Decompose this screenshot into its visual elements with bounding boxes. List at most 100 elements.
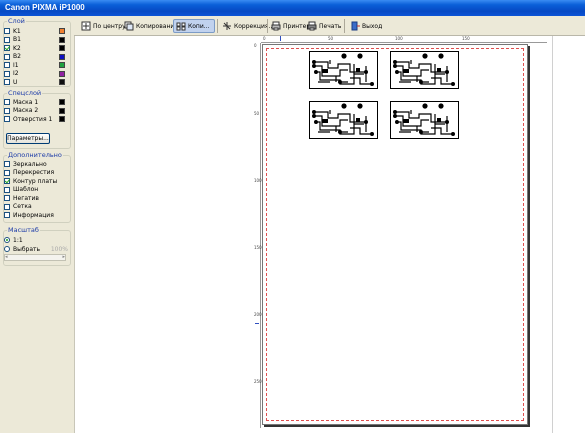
extra-option-item[interactable]: Сетка — [4, 203, 68, 211]
scale-option-label: 1:1 — [13, 236, 23, 244]
scale-option-label: Выбрать — [13, 245, 41, 253]
pcb-layout-image — [312, 103, 374, 136]
extra-option-item[interactable]: Перекрестия — [4, 169, 68, 177]
speclayer-item[interactable]: Маска 1 — [4, 98, 68, 106]
layer-checkbox[interactable] — [4, 45, 10, 51]
exit-door-icon — [351, 21, 360, 31]
pcb-copy[interactable] — [309, 51, 378, 89]
toolbar-separator — [217, 19, 218, 33]
layer-label: K2 — [13, 44, 21, 52]
layer-color-swatch[interactable] — [59, 45, 65, 51]
pcb-layout-image — [393, 103, 455, 136]
scale-title: Масштаб — [8, 226, 39, 234]
layer-color-swatch[interactable] — [59, 28, 65, 34]
extra-option-item[interactable]: Шаблон — [4, 186, 68, 194]
correction-icon — [223, 22, 231, 30]
scale-radio-custom[interactable] — [4, 246, 10, 252]
layer-item[interactable]: K2 — [4, 44, 68, 52]
ruler-position-marker — [280, 36, 281, 41]
extra-title: Дополнительно — [8, 151, 62, 159]
speclayer-item[interactable]: Маска 2 — [4, 107, 68, 115]
print-label: Печать — [319, 22, 342, 30]
toolbar: По центру Копирование Копи... Коррекция.… — [74, 16, 585, 36]
print-button[interactable]: Печать — [304, 19, 344, 33]
speclayer-label: Маска 2 — [13, 107, 39, 114]
extra-option-label: Информация — [13, 211, 54, 219]
layer-checkbox[interactable] — [4, 79, 10, 85]
layer-item[interactable]: B2 — [4, 53, 68, 61]
layer-color-swatch[interactable] — [59, 79, 65, 85]
speclayer-item[interactable]: Отверстия 1 — [4, 115, 68, 123]
copies-button[interactable]: Копи... — [173, 19, 215, 33]
extra-option-checkbox[interactable] — [4, 203, 10, 210]
ruler-left-label: 150 — [254, 245, 262, 250]
layer-checkbox[interactable] — [4, 28, 10, 34]
scroll-left-icon[interactable]: ◂ — [5, 255, 8, 260]
speclayer-checkbox[interactable] — [4, 107, 10, 114]
layer-color-swatch[interactable] — [59, 70, 65, 77]
ruler-left-label: 0 — [254, 43, 257, 48]
layer-item[interactable]: B1 — [4, 36, 68, 44]
extra-option-checkbox[interactable] — [4, 178, 10, 184]
extra-option-label: Перекрестия — [13, 169, 55, 176]
layer-label: I1 — [13, 61, 19, 69]
layers-title: Слой — [8, 17, 25, 25]
title-bar: Canon PIXMA iP1000 — [0, 0, 585, 16]
toolbar-separator — [344, 19, 345, 33]
printer-setup-icon — [271, 21, 281, 31]
extra-option-label: Негатив — [13, 194, 39, 202]
extra-option-checkbox[interactable] — [4, 186, 10, 193]
pcb-copy[interactable] — [390, 101, 459, 139]
speclayer-color-swatch[interactable] — [59, 116, 65, 122]
scale-option-1-1[interactable]: 1:1 — [4, 236, 23, 244]
extra-option-checkbox[interactable] — [4, 195, 10, 201]
extra-option-checkbox[interactable] — [4, 169, 10, 176]
paper-page — [262, 44, 528, 425]
layer-color-swatch[interactable] — [59, 36, 65, 43]
scale-option-custom[interactable]: Выбрать 100% — [4, 245, 68, 253]
layer-item[interactable]: U — [4, 78, 68, 86]
pcb-layout-image — [312, 53, 374, 87]
copies-icon — [176, 22, 186, 31]
speclayer-checkbox[interactable] — [4, 99, 10, 105]
ruler-position-marker — [255, 323, 259, 324]
scale-radio-1-1[interactable] — [4, 237, 10, 243]
layer-checkbox[interactable] — [4, 70, 10, 77]
layer-checkbox[interactable] — [4, 36, 10, 43]
extra-option-item[interactable]: Информация — [4, 211, 68, 219]
layer-checkbox[interactable] — [4, 53, 10, 60]
pcb-copy[interactable] — [309, 101, 378, 139]
layer-label: K1 — [13, 27, 21, 35]
layer-color-swatch[interactable] — [59, 53, 65, 60]
extra-option-item[interactable]: Негатив — [4, 194, 68, 202]
speclayer-checkbox[interactable] — [4, 116, 10, 122]
scale-slider[interactable]: ◂ ▸ — [4, 254, 66, 261]
layer-checkbox[interactable] — [4, 62, 10, 68]
speclayer-label: Маска 1 — [13, 98, 39, 106]
speclayer-color-swatch[interactable] — [59, 99, 65, 105]
center-icon — [81, 21, 91, 31]
extra-option-item[interactable]: Контур платы — [4, 177, 68, 185]
layer-label: B2 — [13, 53, 21, 60]
exit-button[interactable]: Выход — [347, 19, 385, 33]
params-button[interactable]: Параметры... — [6, 133, 50, 144]
layer-color-swatch[interactable] — [59, 62, 65, 68]
extra-option-checkbox[interactable] — [4, 212, 10, 218]
ruler-top-label: 0 — [263, 36, 266, 41]
ruler-top-label: 50 — [328, 36, 334, 41]
copy-button[interactable]: Копирование — [121, 19, 181, 33]
copies-label: Копи... — [188, 22, 210, 30]
ruler-top-label: 150 — [462, 36, 470, 41]
speclayer-color-swatch[interactable] — [59, 107, 65, 114]
preview-workspace[interactable]: 0 50 100 150 0 50 100 150 200 250 — [74, 36, 585, 433]
pcb-copy[interactable] — [390, 51, 459, 89]
scroll-right-icon[interactable]: ▸ — [62, 255, 65, 260]
layer-item[interactable]: I2 — [4, 70, 68, 78]
extra-option-item[interactable]: Зеркально — [4, 160, 68, 168]
ruler-left-label: 200 — [254, 312, 262, 317]
layer-item[interactable]: I1 — [4, 61, 68, 69]
pcb-layout-image — [393, 53, 455, 87]
layer-item[interactable]: K1 — [4, 27, 68, 35]
scroll-edge — [552, 36, 553, 433]
extra-option-checkbox[interactable] — [4, 161, 10, 167]
